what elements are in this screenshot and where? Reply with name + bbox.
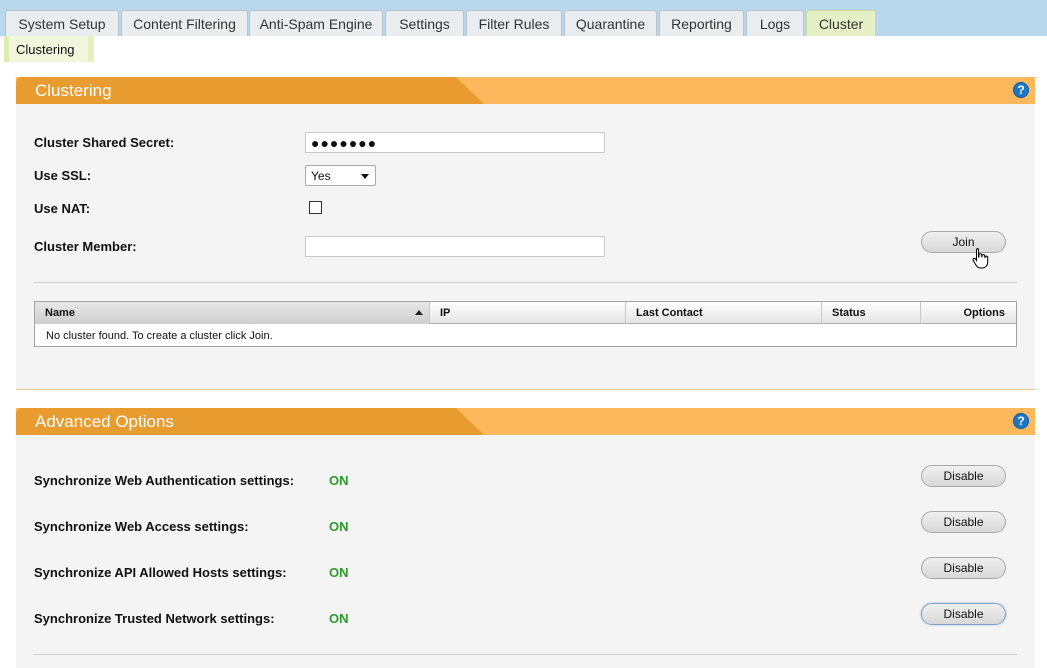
sync-web-access-label: Synchronize Web Access settings:: [34, 519, 249, 534]
cluster-shared-secret-label: Cluster Shared Secret:: [34, 135, 175, 150]
divider: [34, 654, 1017, 655]
chevron-down-icon: [361, 174, 369, 179]
tab-settings[interactable]: Settings: [385, 10, 464, 36]
divider: [34, 282, 1017, 283]
column-name[interactable]: Name: [35, 302, 430, 324]
column-last-contact[interactable]: Last Contact: [626, 302, 822, 324]
help-icon[interactable]: ?: [1013, 82, 1029, 98]
sync-trusted-network-label: Synchronize Trusted Network settings:: [34, 611, 275, 626]
tab-anti-spam-engine[interactable]: Anti-Spam Engine: [249, 10, 383, 36]
sync-trusted-network-status: ON: [329, 611, 349, 626]
sync-web-access-status: ON: [329, 519, 349, 534]
sync-api-allowed-hosts-label: Synchronize API Allowed Hosts settings:: [34, 565, 287, 580]
use-nat-label: Use NAT:: [34, 201, 91, 216]
tab-content-filtering[interactable]: Content Filtering: [121, 10, 248, 36]
clustering-title: Clustering: [35, 81, 112, 100]
subtab-clustering[interactable]: Clustering: [4, 36, 94, 62]
cluster-member-input[interactable]: [305, 236, 605, 257]
table-empty-message: No cluster found. To create a cluster cl…: [46, 330, 273, 342]
advanced-options-title: Advanced Options: [35, 412, 174, 431]
tab-filter-rules[interactable]: Filter Rules: [466, 10, 562, 36]
use-ssl-label: Use SSL:: [34, 168, 92, 183]
cluster-table: Name IP Last Contact Status Options No c…: [34, 301, 1017, 347]
cluster-member-label: Cluster Member:: [34, 239, 137, 254]
advanced-panel-header: Advanced Options ?: [16, 408, 1035, 435]
join-button[interactable]: Join: [921, 231, 1006, 253]
column-status[interactable]: Status: [822, 302, 921, 324]
cluster-shared-secret-input[interactable]: ●●●●●●●: [305, 132, 605, 153]
top-tab-bar: System Setup Content Filtering Anti-Spam…: [0, 0, 1047, 36]
disable-web-authentication-button[interactable]: Disable: [921, 465, 1006, 487]
tab-cluster[interactable]: Cluster: [806, 10, 876, 36]
clustering-panel-header: Clustering ?: [16, 77, 1035, 104]
tab-quarantine[interactable]: Quarantine: [564, 10, 657, 36]
advanced-options-panel: Advanced Options ? Synchronize Web Authe…: [16, 408, 1035, 668]
disable-trusted-network-button[interactable]: Disable: [921, 603, 1006, 625]
use-nat-checkbox[interactable]: [309, 201, 322, 214]
sort-ascending-icon: [415, 310, 423, 315]
use-ssl-value: Yes: [311, 168, 331, 183]
use-ssl-select[interactable]: Yes: [305, 165, 376, 186]
column-options[interactable]: Options: [921, 302, 1016, 324]
sync-web-authentication-label: Synchronize Web Authentication settings:: [34, 473, 295, 488]
column-name-label: Name: [45, 307, 75, 319]
tab-system-setup[interactable]: System Setup: [5, 10, 119, 36]
disable-api-allowed-hosts-button[interactable]: Disable: [921, 557, 1006, 579]
table-header: Name IP Last Contact Status Options: [35, 302, 1016, 324]
help-icon[interactable]: ?: [1013, 413, 1029, 429]
column-ip[interactable]: IP: [430, 302, 626, 324]
tab-reporting[interactable]: Reporting: [659, 10, 744, 36]
tab-logs[interactable]: Logs: [746, 10, 804, 36]
disable-web-access-button[interactable]: Disable: [921, 511, 1006, 533]
sync-api-allowed-hosts-status: ON: [329, 565, 349, 580]
sync-web-authentication-status: ON: [329, 473, 349, 488]
clustering-panel: Clustering ? Cluster Shared Secret: ●●●●…: [16, 77, 1035, 390]
secret-value: ●●●●●●●: [311, 134, 378, 151]
hand-cursor-icon: [972, 248, 989, 269]
